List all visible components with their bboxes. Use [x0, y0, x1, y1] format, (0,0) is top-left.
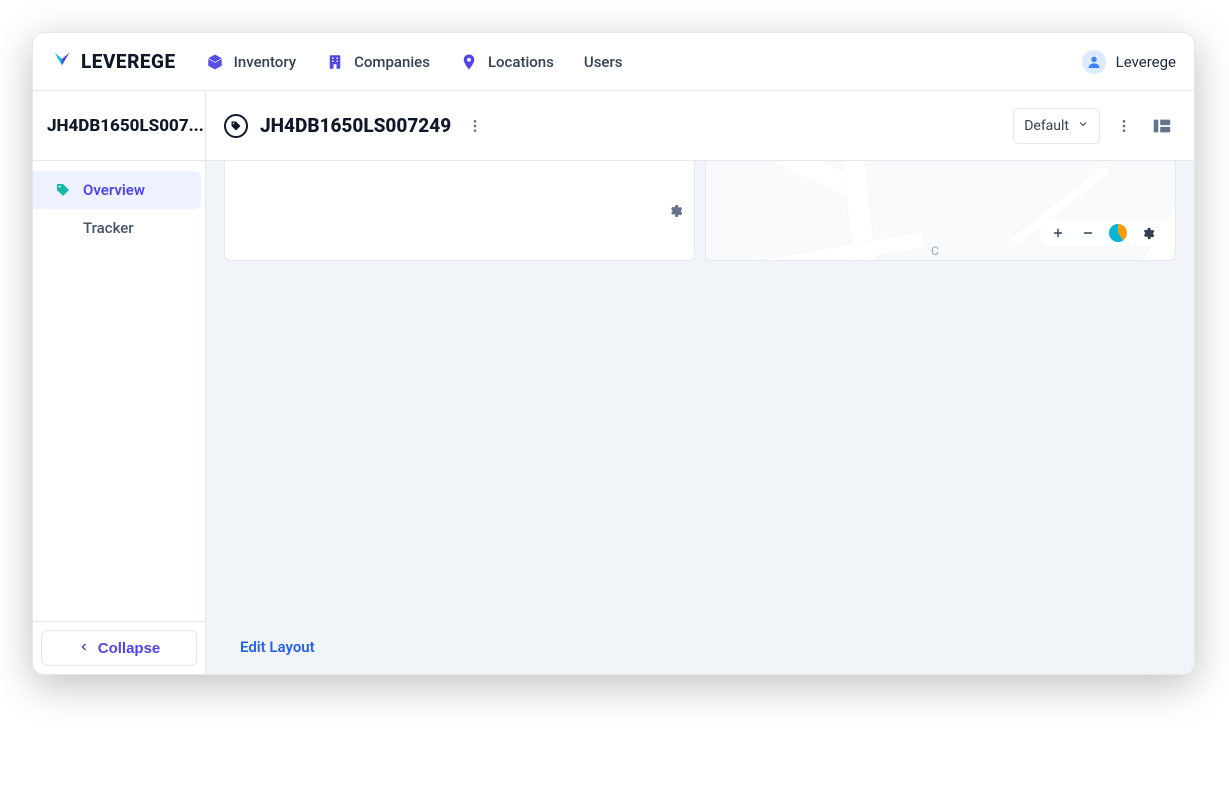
- app-window: LEVEREGE Inventory Companies Locations: [32, 32, 1195, 675]
- content-body: C: [206, 161, 1194, 674]
- nav-item-inventory[interactable]: Inventory: [206, 53, 296, 71]
- nav-label: Inventory: [234, 53, 296, 71]
- chevron-down-icon: [1077, 118, 1089, 134]
- user-menu[interactable]: Leverege: [1082, 50, 1176, 74]
- user-name: Leverege: [1116, 53, 1176, 71]
- nav-item-locations[interactable]: Locations: [460, 53, 554, 71]
- main: JH4DB1650LS007249 Default: [206, 91, 1194, 674]
- cube-icon: [206, 53, 224, 71]
- layout-actions-menu[interactable]: [1112, 114, 1136, 138]
- page-actions-menu[interactable]: [463, 114, 487, 138]
- sidebar-item-label: Tracker: [83, 219, 134, 237]
- avatar-icon: [1082, 50, 1106, 74]
- nav-label: Companies: [354, 53, 430, 71]
- sidebar-item-overview[interactable]: Overview: [33, 171, 201, 209]
- map-controls: [1041, 220, 1165, 246]
- streetview-pegman-icon[interactable]: [1109, 224, 1127, 242]
- content-header: JH4DB1650LS007249 Default: [206, 91, 1194, 161]
- nav-label: Locations: [488, 53, 554, 71]
- tag-circle-icon: [224, 114, 248, 138]
- map-card[interactable]: C: [705, 161, 1176, 261]
- page-title: JH4DB1650LS007249: [260, 114, 451, 137]
- nav-item-companies[interactable]: Companies: [326, 53, 430, 71]
- map-label: C: [931, 244, 939, 258]
- chevron-left-icon: [78, 640, 90, 657]
- layout-select-value: Default: [1024, 118, 1069, 134]
- map-settings-button[interactable]: [1139, 224, 1157, 242]
- zoom-in-button[interactable]: [1049, 224, 1067, 242]
- brand-text: LEVEREGE: [81, 50, 176, 73]
- pin-icon: [460, 53, 478, 71]
- collapse-button[interactable]: Collapse: [41, 630, 197, 666]
- nav-item-users[interactable]: Users: [584, 53, 623, 71]
- top-nav: LEVEREGE Inventory Companies Locations: [33, 33, 1194, 91]
- sidebar-list: Overview Tracker: [33, 161, 205, 621]
- sidebar-title: JH4DB1650LS007...: [33, 91, 205, 161]
- nav-items: Inventory Companies Locations Users: [206, 53, 623, 71]
- layout-select[interactable]: Default: [1013, 108, 1100, 144]
- zoom-out-button[interactable]: [1079, 224, 1097, 242]
- sidebar-item-tracker[interactable]: Tracker: [33, 209, 201, 247]
- nav-label: Users: [584, 53, 623, 71]
- tag-icon: [55, 182, 71, 198]
- sidebar: JH4DB1650LS007... Overview Tracker: [33, 91, 206, 674]
- sidebar-item-label: Overview: [83, 181, 145, 199]
- building-icon: [326, 53, 344, 71]
- brand-mark-icon: [51, 48, 73, 75]
- edit-layout-link[interactable]: Edit Layout: [240, 638, 315, 656]
- details-card: [224, 161, 695, 261]
- layout-columns-icon[interactable]: [1148, 112, 1176, 140]
- brand-logo[interactable]: LEVEREGE: [51, 48, 176, 75]
- card-settings-button[interactable]: [668, 203, 684, 223]
- collapse-label: Collapse: [98, 640, 161, 657]
